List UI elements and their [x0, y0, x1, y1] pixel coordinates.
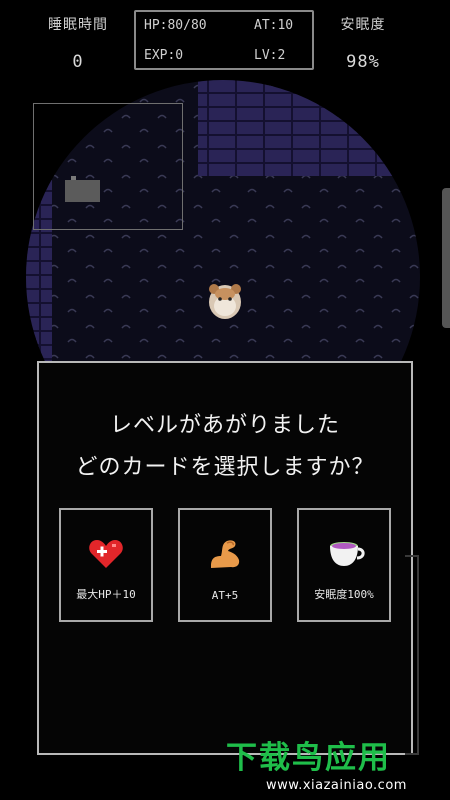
rest-label: 安眠度: [340, 17, 386, 33]
card-attack-label: AT+5: [211, 589, 239, 602]
exp-readout: EXP:0: [144, 48, 184, 63]
hp-readout: HP:80/80: [144, 18, 207, 33]
card-max-hp[interactable]: 最大HP＋10: [59, 508, 153, 622]
teacup-icon: [330, 542, 365, 566]
message-line-2: どのカードを選択しますか？: [75, 455, 375, 480]
at-readout: AT:10: [254, 18, 294, 33]
card-rest-label: 安眠度100%: [314, 588, 374, 601]
watermark: 下载鸟应用 www.xiazainiao.com: [226, 732, 450, 800]
player-hamster-icon[interactable]: [205, 280, 245, 322]
top-wall: [198, 80, 420, 176]
side-frame-decoration: [405, 555, 419, 755]
edge-scroll-handle[interactable]: [442, 188, 450, 328]
heart-plus-icon: [89, 540, 123, 568]
card-attack[interactable]: AT+5: [178, 508, 272, 622]
sleep-time-label: 睡眠時間: [48, 17, 108, 33]
watermark-title: 下载鸟应用: [226, 740, 391, 776]
level-up-message: レベルがあがりました どのカードを選択しますか？: [39, 405, 411, 489]
rest-value: 98%: [346, 52, 380, 72]
sleep-time-value: 0: [72, 52, 84, 72]
watermark-url: www.xiazainiao.com: [266, 778, 407, 793]
mini-map: [33, 103, 183, 230]
sleep-time-stat: 睡眠時間 0: [38, 14, 118, 72]
card-rest[interactable]: 安眠度100%: [297, 508, 391, 622]
mini-map-room-marker: [65, 176, 100, 202]
message-line-1: レベルがあがりました: [109, 413, 340, 438]
flexed-arm-icon: [211, 540, 240, 568]
level-readout: LV:2: [254, 48, 286, 63]
rest-stat: 安眠度 98%: [318, 14, 408, 72]
card-max-hp-label: 最大HP＋10: [76, 588, 136, 601]
level-up-dialog: レベルがあがりました どのカードを選択しますか？ 最大HP＋10 AT+5 安眠…: [37, 361, 413, 755]
status-panel: HP:80/80 AT:10 EXP:0 LV:2: [134, 10, 314, 70]
